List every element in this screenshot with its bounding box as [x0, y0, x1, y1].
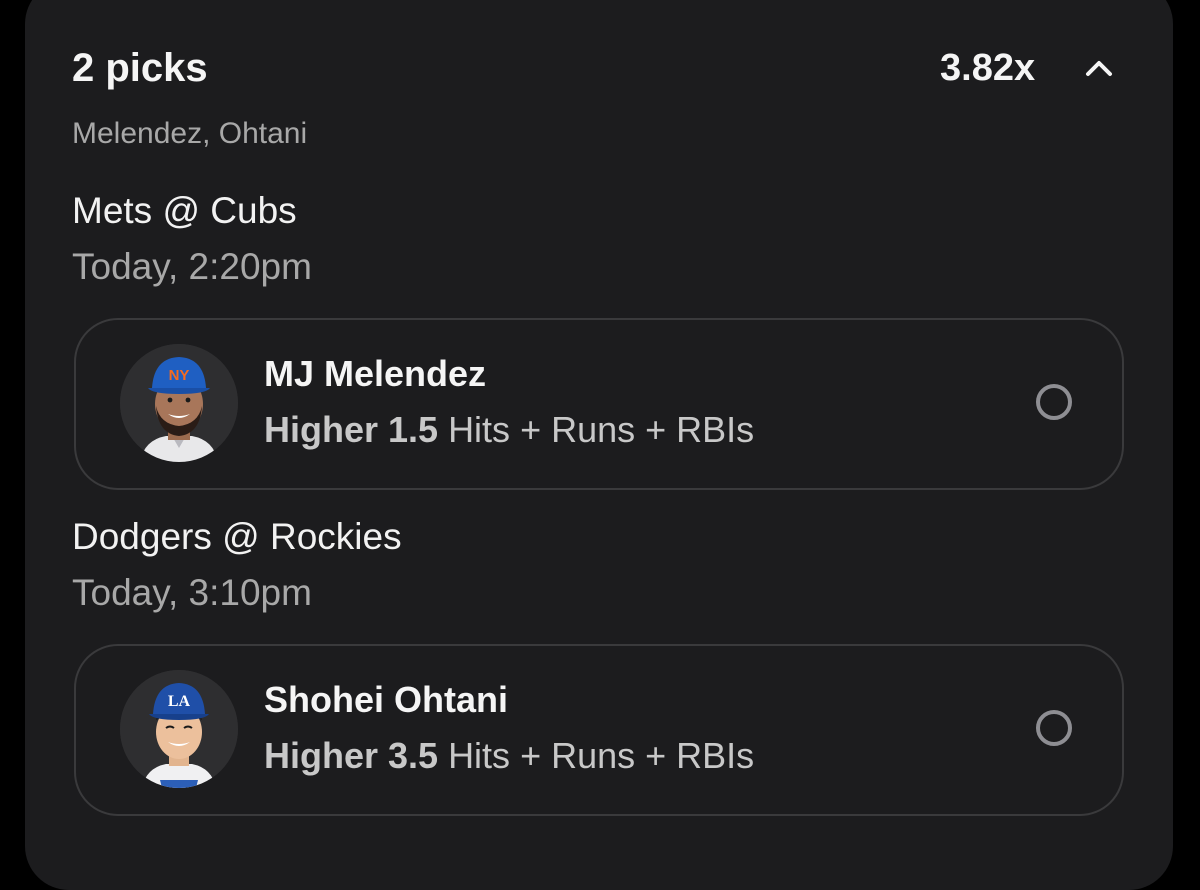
svg-text:NY: NY — [169, 367, 190, 384]
picks-count-title: 2 picks — [72, 46, 208, 90]
select-radio-button[interactable] — [1036, 384, 1072, 420]
pick-card-ohtani[interactable]: LA Shohei Ohtani Higher 3.5 Hits + Runs +… — [74, 644, 1124, 816]
chevron-up-icon[interactable] — [1080, 50, 1118, 86]
player-name: MJ Melendez — [264, 353, 487, 394]
pick-direction-line: Higher 3.5 — [264, 735, 439, 776]
player-headshot-icon: NY — [120, 344, 238, 462]
pick-line: Higher 3.5 Hits + Runs + RBIs — [264, 734, 754, 778]
game-time: Today, 3:10pm — [72, 572, 312, 613]
select-radio-button[interactable] — [1036, 710, 1072, 746]
game-matchup: Mets @ Cubs — [72, 190, 297, 231]
pick-stat: Hits + Runs + RBIs — [448, 735, 755, 776]
player-headshot-icon: LA — [120, 670, 238, 788]
svg-text:LA: LA — [168, 693, 191, 710]
game-matchup: Dodgers @ Rockies — [72, 516, 402, 557]
pick-line: Higher 1.5 Hits + Runs + RBIs — [264, 408, 754, 452]
payout-multiplier: 3.82x — [940, 47, 1036, 89]
pick-card-melendez[interactable]: NY MJ Melendez Higher 1.5 Hits + Runs + R… — [74, 318, 1124, 490]
pick-direction-line: Higher 1.5 — [264, 409, 439, 450]
pick-stat: Hits + Runs + RBIs — [448, 409, 755, 450]
game-time: Today, 2:20pm — [72, 246, 312, 287]
player-name: Shohei Ohtani — [264, 679, 509, 720]
players-summary: Melendez, Ohtani — [72, 117, 308, 150]
